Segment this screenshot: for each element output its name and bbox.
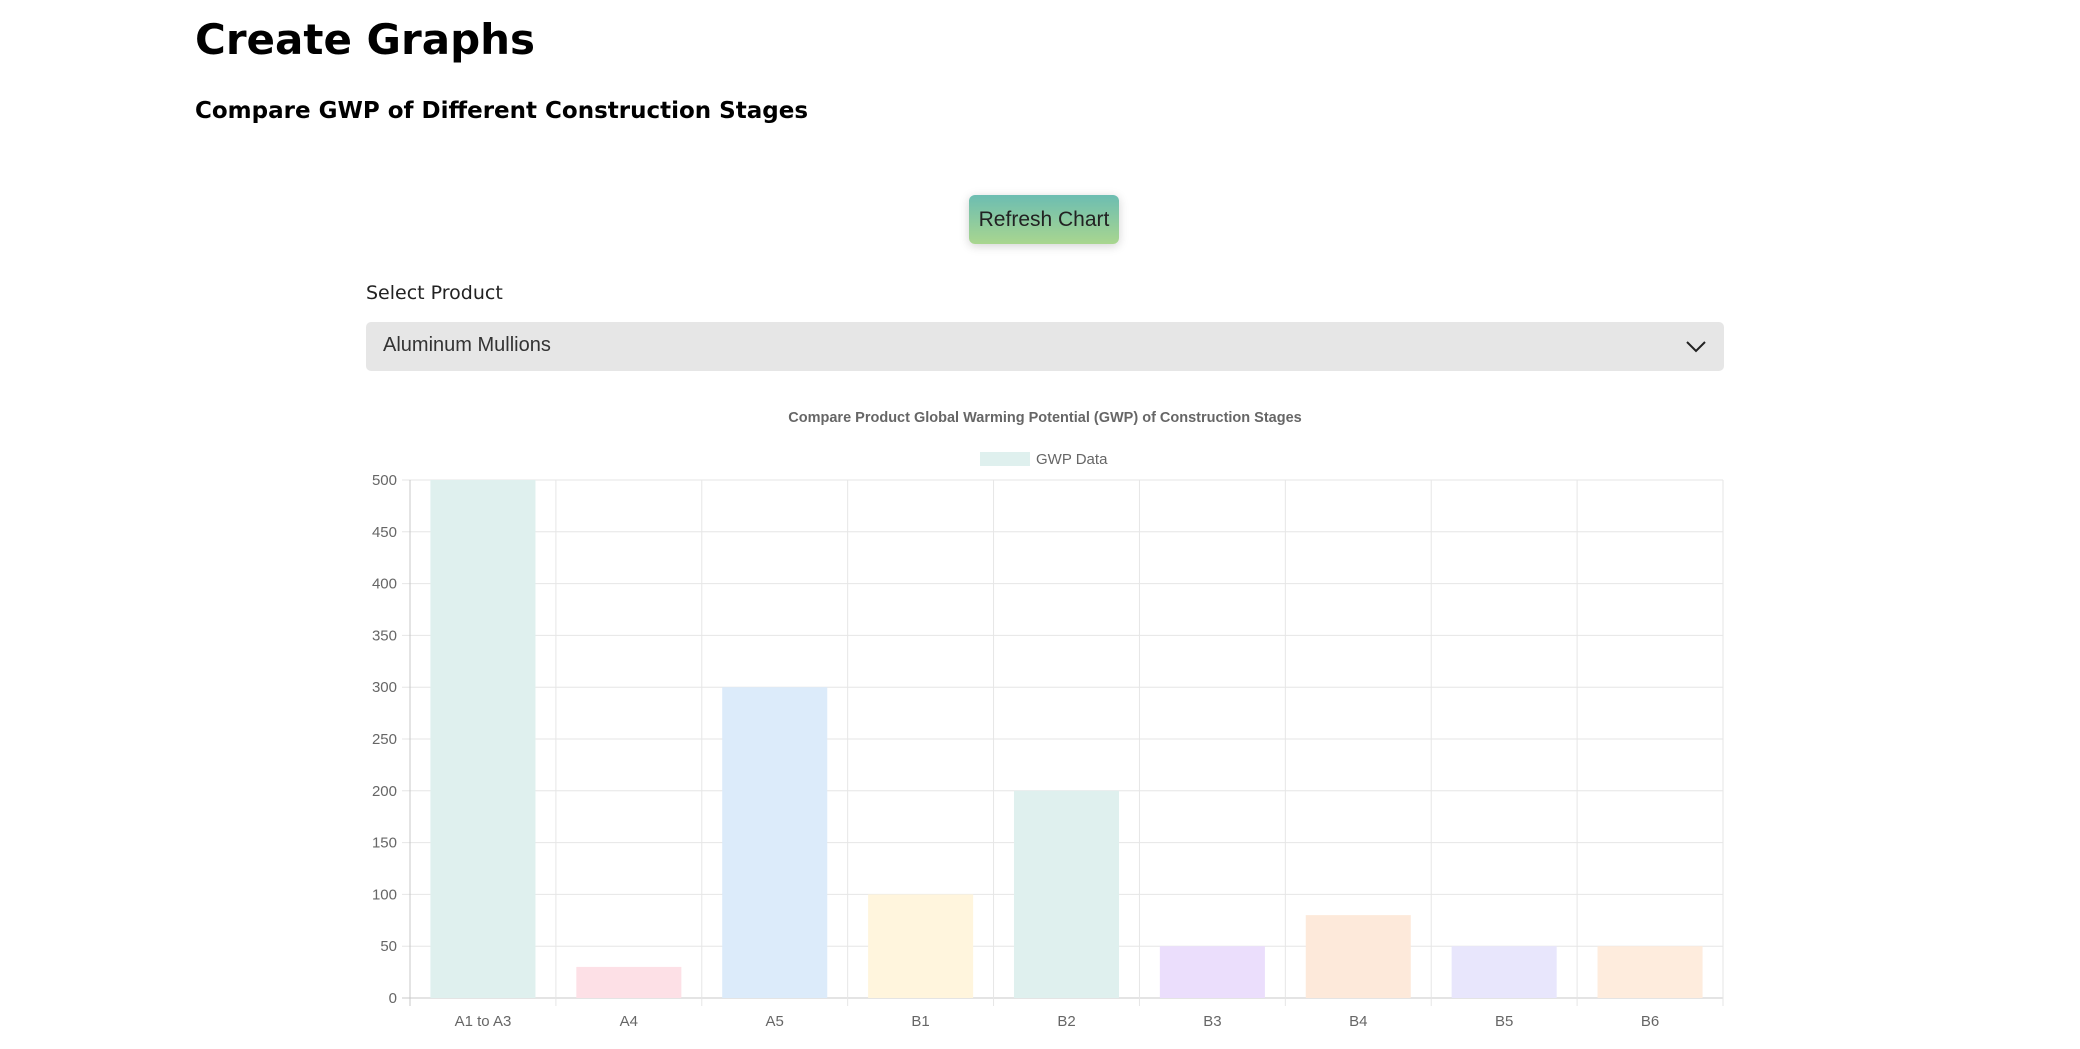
bar-b3 xyxy=(1159,946,1265,998)
y-tick-label: 300 xyxy=(372,679,397,696)
y-tick-label: 0 xyxy=(389,990,397,1007)
legend-swatch xyxy=(980,452,1030,466)
y-tick-label: 400 xyxy=(372,576,397,593)
bar-a4 xyxy=(576,966,682,998)
refresh-chart-button[interactable]: Refresh Chart xyxy=(969,195,1119,244)
y-tick-label: 200 xyxy=(372,783,397,800)
bar-a1-to-a3 xyxy=(430,480,536,998)
select-product-label: Select Product xyxy=(366,282,503,304)
chart-title: Compare Product Global Warming Potential… xyxy=(788,410,1301,426)
y-tick-label: 350 xyxy=(372,627,397,644)
product-select-value: Aluminum Mullions xyxy=(383,334,551,356)
x-tick-label: B3 xyxy=(1203,1013,1221,1030)
bar-b2 xyxy=(1013,790,1120,998)
y-tick-label: 150 xyxy=(372,835,397,852)
bar-a5 xyxy=(722,687,828,998)
y-tick-label: 250 xyxy=(372,731,397,748)
gwp-chart: Compare Product Global Warming Potential… xyxy=(345,395,1735,1049)
bar-b4 xyxy=(1305,915,1411,998)
legend-label: GWP Data xyxy=(1036,451,1108,468)
x-tick-label: A4 xyxy=(620,1013,638,1030)
gwp-bar-chart: Compare Product Global Warming Potential… xyxy=(372,410,1724,1030)
x-tick-label: B5 xyxy=(1495,1013,1513,1030)
x-tick-label: A1 to A3 xyxy=(455,1013,512,1030)
x-tick-label: B4 xyxy=(1349,1013,1367,1030)
x-tick-label: B6 xyxy=(1641,1013,1659,1030)
y-tick-label: 50 xyxy=(380,938,397,955)
x-tick-label: B1 xyxy=(911,1013,929,1030)
bar-b1 xyxy=(868,894,974,998)
x-tick-label: A5 xyxy=(766,1013,784,1030)
page-title: Create Graphs xyxy=(195,15,536,64)
y-tick-label: 450 xyxy=(372,524,397,541)
chevron-down-icon xyxy=(1686,341,1706,353)
product-select[interactable]: Aluminum Mullions xyxy=(366,322,1724,371)
x-tick-label: B2 xyxy=(1057,1013,1075,1030)
bar-b6 xyxy=(1597,946,1703,998)
y-tick-label: 100 xyxy=(372,886,397,903)
page-subtitle: Compare GWP of Different Construction St… xyxy=(195,98,809,124)
bar-b5 xyxy=(1451,946,1557,998)
chart-legend: GWP Data xyxy=(980,451,1108,468)
y-tick-label: 500 xyxy=(372,472,397,489)
